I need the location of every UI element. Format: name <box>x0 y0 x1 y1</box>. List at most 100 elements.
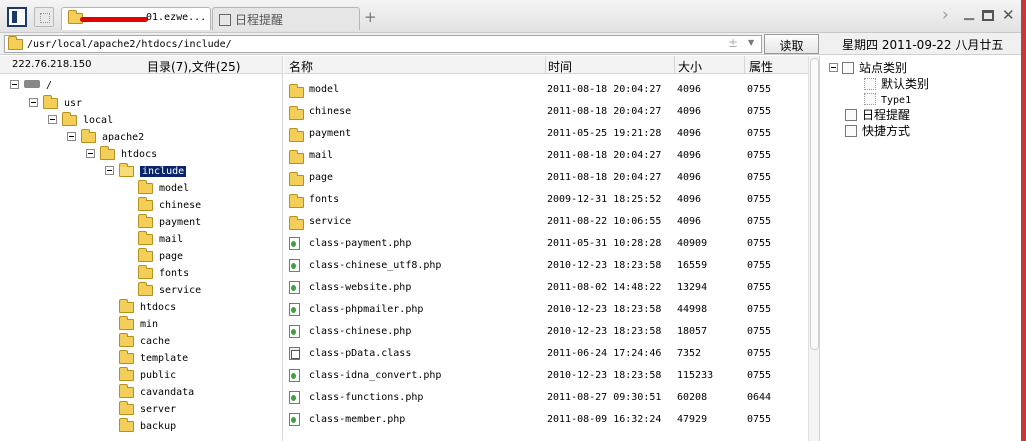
tab-reminder[interactable]: 日程提醒 <box>212 7 360 30</box>
tab-label: 01.ezwe... <box>146 12 207 23</box>
window-edge <box>1021 0 1026 441</box>
chevron-right-icon[interactable]: › <box>942 5 949 25</box>
collapse-toggle[interactable] <box>10 80 19 89</box>
file-size: 16559 <box>677 260 708 271</box>
collapse-toggle[interactable] <box>29 98 38 107</box>
tree-node[interactable]: page <box>138 248 183 266</box>
tree-node[interactable]: template <box>119 350 188 368</box>
column-divider[interactable] <box>674 56 675 74</box>
dropdown-arrow-icon[interactable]: ▼ <box>748 38 754 47</box>
folder-icon <box>289 84 304 98</box>
tree-item-label: Type1 <box>881 95 912 106</box>
tree-node[interactable]: htdocs <box>86 146 157 164</box>
file-row[interactable]: class-website.php 2011-08-02 14:48:22 1329… <box>284 277 808 299</box>
file-row[interactable]: class-phpmailer.php 2010-12-23 18:23:58 44… <box>284 299 808 321</box>
tree-node[interactable]: / <box>10 79 52 96</box>
address-field[interactable]: ± ▼ <box>4 35 762 53</box>
file-row[interactable]: class-payment.php 2011-05-31 10:28:28 4090… <box>284 233 808 255</box>
file-list-pane: 名称 时间 大小 属性 model 2011-08-18 20:04:27 4096… <box>284 56 819 441</box>
tree-node[interactable]: mail <box>138 231 183 249</box>
tree-node[interactable]: include <box>105 163 187 181</box>
php-file-icon <box>289 325 300 338</box>
tree-node[interactable]: usr <box>29 95 82 113</box>
path-input[interactable] <box>27 37 717 51</box>
tree-node[interactable]: min <box>119 316 158 334</box>
tree-node-label: backup <box>140 421 177 432</box>
tab-ftp-site[interactable]: 01.ezwe... <box>61 7 211 30</box>
file-row[interactable]: page 2011-08-18 20:04:27 4096 0755 <box>284 167 808 189</box>
file-attr: 0755 <box>747 414 772 425</box>
file-row[interactable]: class-functions.php 2011-08-27 09:30:51 60… <box>284 387 808 409</box>
read-button[interactable]: 读取 <box>764 34 819 54</box>
file-size: 4096 <box>677 150 702 161</box>
tree-item-shortcuts[interactable]: 快捷方式 <box>845 122 910 139</box>
column-header-name[interactable]: 名称 <box>289 58 313 75</box>
tree-node[interactable]: cache <box>119 333 170 351</box>
column-header-size[interactable]: 大小 <box>678 58 702 75</box>
tree-item-reminder[interactable]: 日程提醒 <box>845 106 910 123</box>
tree-node[interactable]: htdocs <box>119 299 176 317</box>
tree-node[interactable]: model <box>138 180 189 198</box>
file-row[interactable]: class-pData.class 2011-06-24 17:24:46 7352… <box>284 343 808 365</box>
file-row[interactable]: chinese 2011-08-18 20:04:27 4096 0755 <box>284 101 808 123</box>
file-row[interactable]: model 2011-08-18 20:04:27 4096 0755 <box>284 79 808 101</box>
tree-node[interactable]: public <box>119 367 176 385</box>
tree-node[interactable]: service <box>138 282 202 300</box>
tree-node[interactable]: cavandata <box>119 384 194 402</box>
column-divider[interactable] <box>545 56 546 74</box>
file-row[interactable]: class-chinese_utf8.php 2010-12-23 18:23:5… <box>284 255 808 277</box>
tree-item-type1[interactable]: Type1 <box>864 91 911 106</box>
tree-node-label: apache2 <box>102 132 145 143</box>
tree-item-default-category[interactable]: 默认类别 <box>864 75 929 92</box>
column-divider[interactable] <box>744 56 745 74</box>
open-folder-icon <box>119 163 134 177</box>
collapse-toggle[interactable] <box>67 132 76 141</box>
file-attr: 0755 <box>747 260 772 271</box>
tree-node[interactable]: local <box>48 112 113 130</box>
minimize-button[interactable]: ▁ <box>964 6 974 21</box>
file-row[interactable]: fonts 2009-12-31 18:25:52 4096 0755 <box>284 189 808 211</box>
file-time: 2010-12-23 18:23:58 <box>547 370 662 381</box>
tree-node-label: service <box>159 285 202 296</box>
add-tab-button[interactable]: + <box>364 8 377 26</box>
folder-icon <box>289 150 304 164</box>
file-row[interactable]: class-idna_convert.php 2010-12-23 18:23:5… <box>284 365 808 387</box>
close-button[interactable]: ✕ <box>1002 6 1015 24</box>
collapse-toggle[interactable] <box>48 115 57 124</box>
tree-item-label: 日程提醒 <box>862 108 911 122</box>
file-size: 13294 <box>677 282 708 293</box>
file-row[interactable]: class-chinese.php 2010-12-23 18:23:58 1805… <box>284 321 808 343</box>
tree-node[interactable]: payment <box>138 214 201 232</box>
folder-icon <box>138 248 153 262</box>
collapse-toggle[interactable] <box>105 166 114 175</box>
file-row[interactable]: class-member.php 2011-08-09 16:32:24 47929… <box>284 409 808 431</box>
panel-toggle-button[interactable] <box>7 7 27 27</box>
folder-icon <box>289 216 304 230</box>
tree-item-site-category[interactable]: 站点类别 <box>829 59 907 76</box>
column-header-attr[interactable]: 属性 <box>749 58 773 75</box>
file-row[interactable]: payment 2011-05-25 19:21:28 4096 0755 <box>284 123 808 145</box>
vertical-scrollbar[interactable] <box>808 56 819 441</box>
file-row[interactable]: mail 2011-08-18 20:04:27 4096 0755 <box>284 145 808 167</box>
plus-minus-icon[interactable]: ± <box>728 36 738 50</box>
tree-node-label: include <box>140 166 187 177</box>
collapse-toggle[interactable] <box>86 149 95 158</box>
collapse-toggle[interactable] <box>829 63 838 72</box>
tree-node[interactable]: fonts <box>138 265 189 283</box>
blank-tab-button[interactable] <box>34 7 54 27</box>
maximize-button[interactable] <box>982 10 994 21</box>
file-time: 2011-08-18 20:04:27 <box>547 172 662 183</box>
file-time: 2011-08-02 14:48:22 <box>547 282 662 293</box>
folder-icon <box>119 367 134 381</box>
file-row[interactable]: service 2011-08-22 10:06:55 4096 0755 <box>284 211 808 233</box>
tree-node[interactable]: apache2 <box>67 129 145 147</box>
php-file-icon <box>289 369 300 382</box>
tree-node[interactable]: backup <box>119 418 177 436</box>
php-file-icon <box>289 237 300 250</box>
column-header-time[interactable]: 时间 <box>548 58 572 75</box>
scrollbar-thumb[interactable] <box>810 58 819 350</box>
file-name: mail <box>309 150 334 161</box>
file-attr: 0755 <box>747 370 772 381</box>
tree-node[interactable]: server <box>119 401 176 419</box>
tree-node[interactable]: chinese <box>138 197 201 215</box>
